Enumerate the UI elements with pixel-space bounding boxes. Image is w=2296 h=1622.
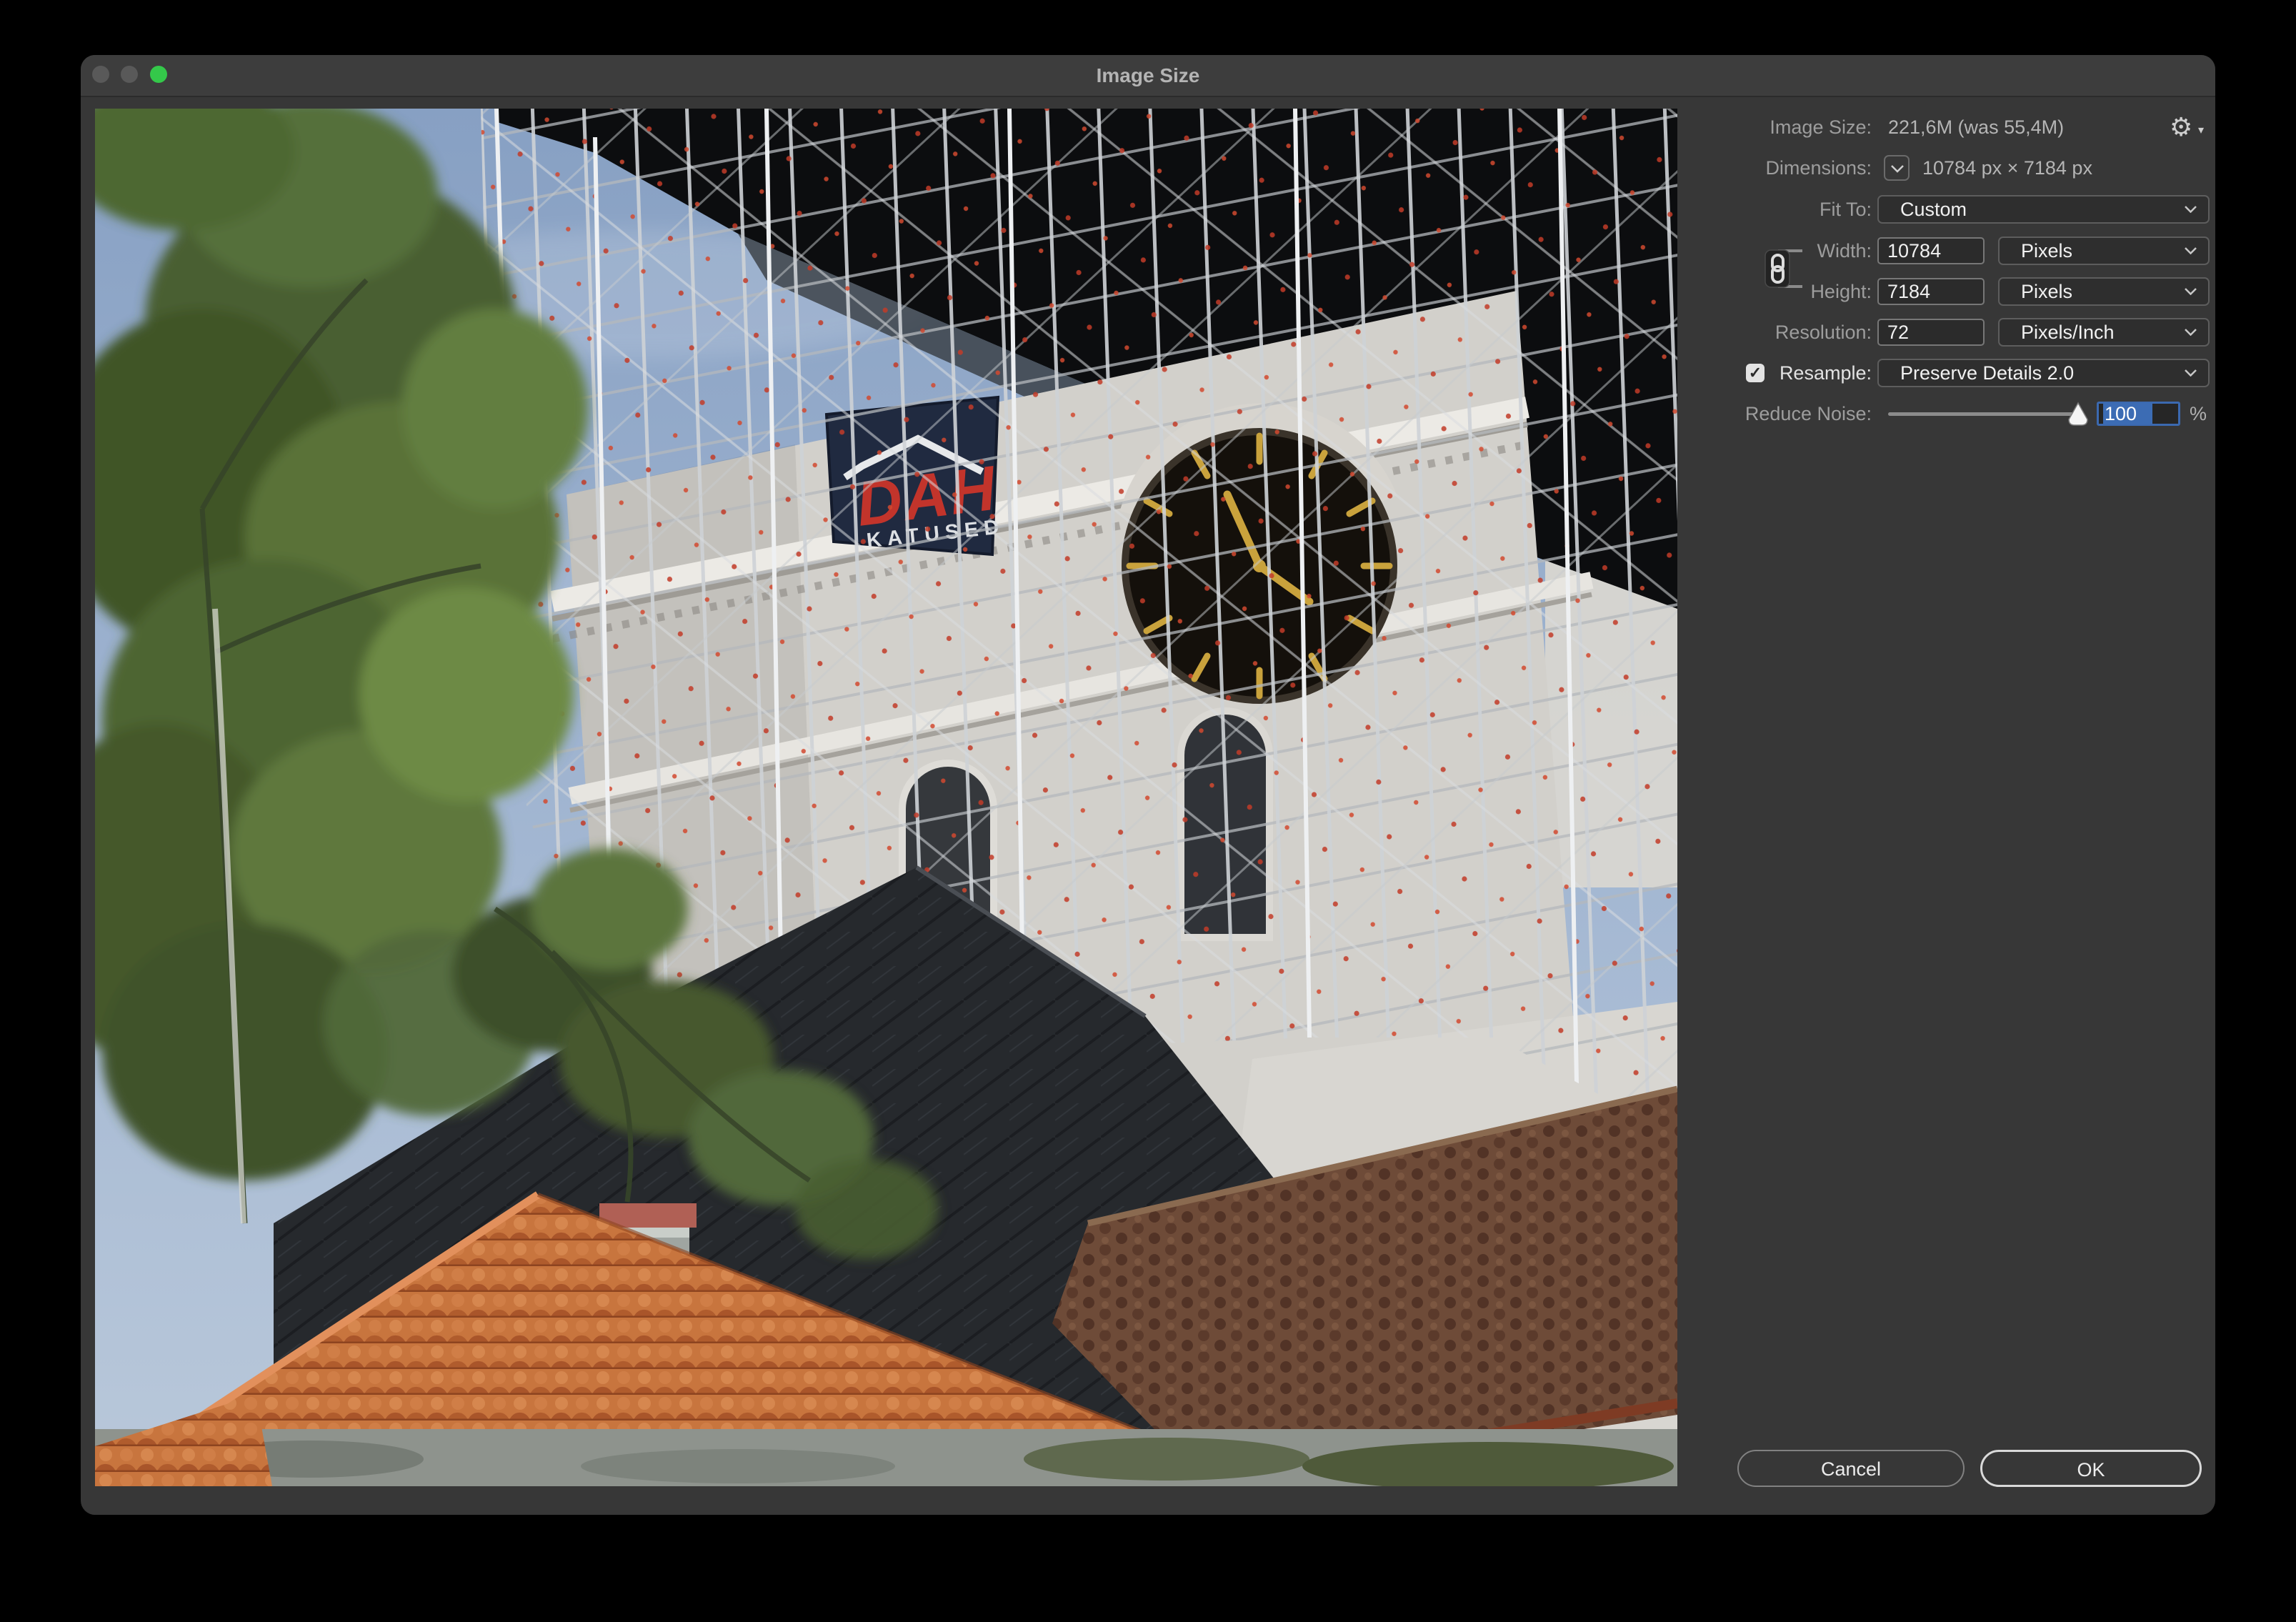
fit-to-select[interactable]: Custom [1877, 195, 2210, 224]
chevron-down-icon [2185, 247, 2197, 254]
image-size-dialog: Image Size Image Size: 221,6M (was 55,4M… [81, 55, 2215, 1515]
fit-to-selected: Custom [1900, 199, 1967, 220]
resolution-input[interactable] [1877, 319, 1985, 346]
fit-to-label: Fit To: [1819, 199, 1872, 220]
gear-caret-icon: ▾ [2198, 124, 2205, 136]
reduce-noise-label: Reduce Noise: [1745, 403, 1872, 424]
resolution-label: Resolution: [1775, 322, 1872, 343]
resample-method-select[interactable]: Preserve Details 2.0 [1877, 359, 2210, 387]
resample-label: Resample: [1779, 362, 1872, 384]
chevron-down-icon [1891, 165, 1904, 173]
titlebar: Image Size [81, 55, 2215, 97]
height-unit-selected: Pixels [2021, 281, 2073, 302]
ok-button[interactable]: OK [1980, 1450, 2202, 1487]
cancel-button[interactable]: Cancel [1737, 1450, 1965, 1487]
image-preview[interactable]: DAH KATUSED [95, 109, 1677, 1486]
dimensions-value: 10784 px × 7184 px [1922, 157, 2092, 179]
resolution-unit-select[interactable]: Pixels/Inch [1998, 318, 2210, 347]
chevron-down-icon [2185, 206, 2197, 213]
gear-icon[interactable]: ⚙ [2170, 114, 2192, 140]
chevron-down-icon [2185, 288, 2197, 295]
dialog-title: Image Size [1096, 64, 1200, 86]
chevron-down-icon [2185, 369, 2197, 377]
dimensions-label: Dimensions: [1765, 157, 1872, 179]
resample-method-selected: Preserve Details 2.0 [1900, 362, 2075, 384]
image-size-value: 221,6M (was 55,4M) [1888, 116, 2065, 138]
percent-suffix: % [2190, 403, 2207, 424]
chevron-down-icon [2185, 329, 2197, 336]
reduce-noise-input[interactable]: 100 [2097, 402, 2180, 426]
width-unit-selected: Pixels [2021, 240, 2073, 262]
reduce-noise-value: 100 [2103, 403, 2153, 424]
slider-thumb[interactable] [2067, 402, 2090, 427]
reduce-noise-slider[interactable] [1888, 412, 2082, 416]
height-input[interactable] [1877, 278, 1985, 305]
resolution-unit-selected: Pixels/Inch [2021, 322, 2115, 343]
width-label: Width: [1817, 240, 1872, 262]
height-unit-select[interactable]: Pixels [1998, 277, 2210, 306]
width-unit-select[interactable]: Pixels [1998, 237, 2210, 265]
image-size-label: Image Size: [1770, 116, 1872, 138]
dimensions-unit-button[interactable] [1884, 155, 1910, 181]
width-input[interactable] [1877, 237, 1985, 264]
height-label: Height: [1810, 281, 1872, 302]
